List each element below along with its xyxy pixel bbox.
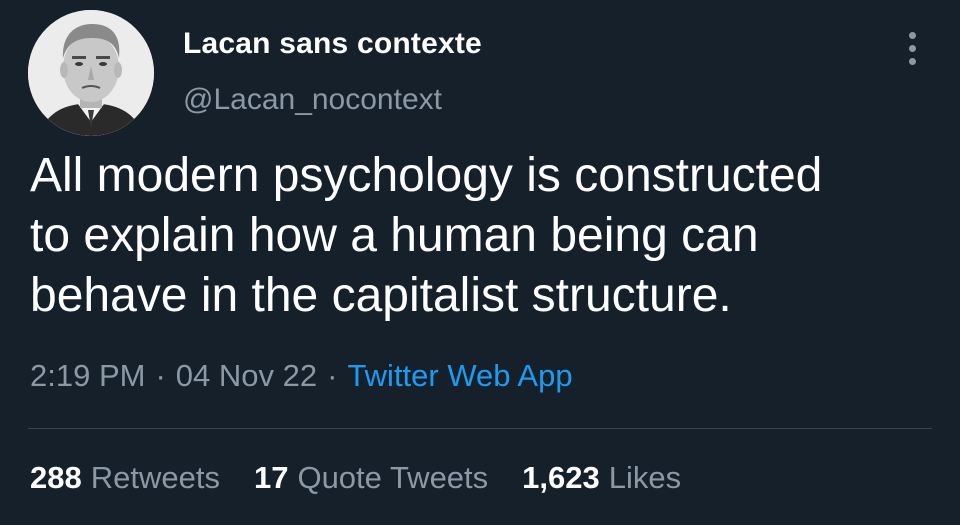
portrait-avatar-icon <box>28 10 154 136</box>
tweet-date[interactable]: 04 Nov 22 <box>176 358 317 393</box>
retweets-count: 288 <box>30 460 82 495</box>
tweet-text: All modern psychology is constructed to … <box>30 146 940 326</box>
more-vertical-icon <box>908 31 916 39</box>
tweet-text-line: to explain how a human being can <box>30 209 759 262</box>
divider <box>28 428 932 429</box>
likes-count: 1,623 <box>522 460 600 495</box>
more-vertical-icon <box>908 57 916 65</box>
likes-stat[interactable]: 1,623 Likes <box>522 460 681 496</box>
quote-tweets-label: Quote Tweets <box>297 460 489 495</box>
retweets-label: Retweets <box>90 460 220 495</box>
tweet-text-line: All modern psychology is constructed <box>30 149 823 202</box>
display-name[interactable]: Lacan sans contexte <box>183 27 482 61</box>
avatar[interactable] <box>28 10 154 136</box>
meta-separator: · <box>155 358 166 393</box>
quote-tweets-stat[interactable]: 17 Quote Tweets <box>254 460 488 496</box>
tweet-time[interactable]: 2:19 PM <box>30 358 145 393</box>
likes-label: Likes <box>608 460 682 495</box>
tweet-text-line: behave in the capitalist structure. <box>30 269 732 322</box>
tweet-card: Lacan sans contexte @Lacan_nocontext All… <box>0 0 960 525</box>
more-options-button[interactable] <box>898 26 926 70</box>
user-handle[interactable]: @Lacan_nocontext <box>183 83 442 117</box>
quote-tweets-count: 17 <box>253 460 289 495</box>
meta-separator: · <box>327 358 338 393</box>
engagement-stats: 288 Retweets 17 Quote Tweets 1,623 Likes <box>30 460 681 496</box>
more-vertical-icon <box>908 44 916 52</box>
retweets-stat[interactable]: 288 Retweets <box>30 460 220 496</box>
tweet-metadata: 2:19 PM · 04 Nov 22 · Twitter Web App <box>30 358 573 394</box>
tweet-source-link[interactable]: Twitter Web App <box>347 358 572 393</box>
